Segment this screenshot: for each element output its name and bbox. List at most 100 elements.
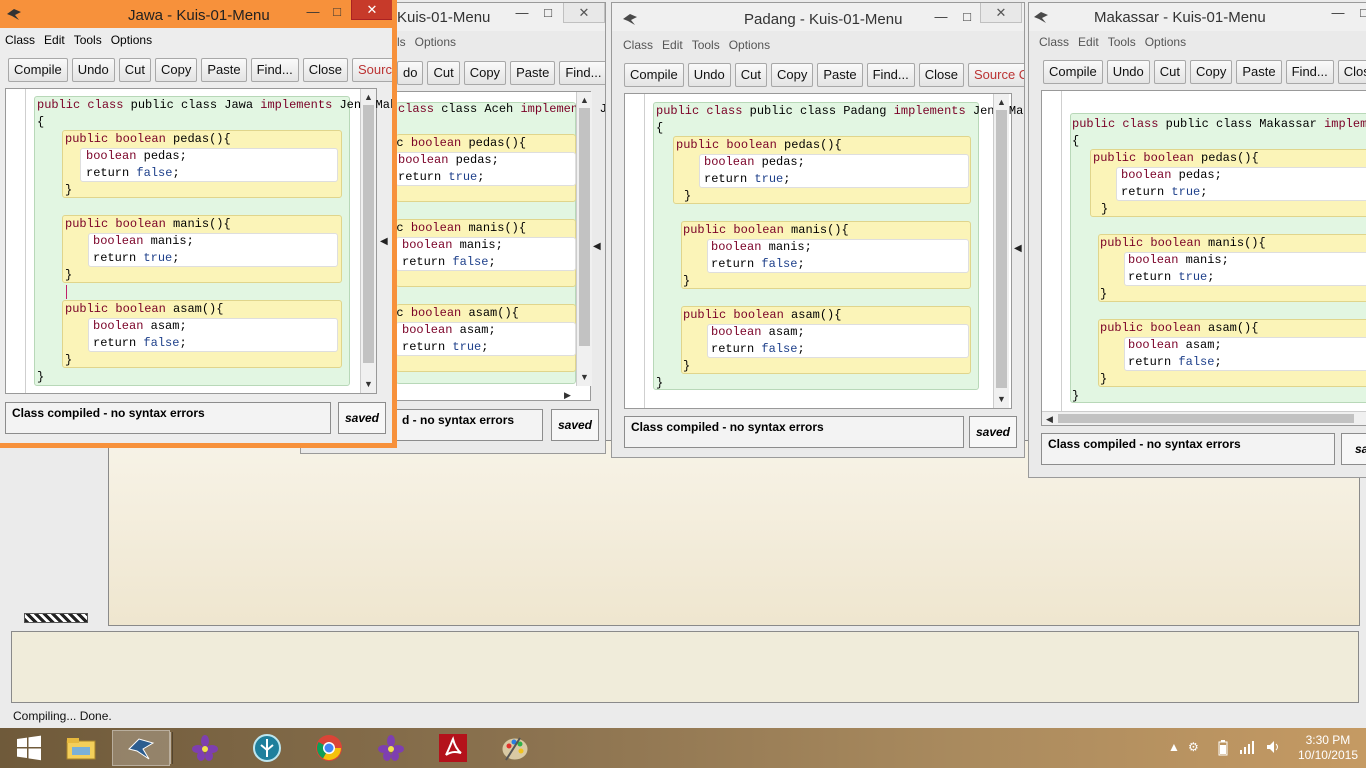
code-editor[interactable]: class class Aceh implements Jeni lic boo… — [382, 91, 605, 401]
close-button[interactable]: Close — [918, 63, 964, 87]
collapse-panel-icon[interactable]: ◀ — [593, 241, 601, 252]
menu-options[interactable]: Options — [729, 38, 770, 52]
menu-class[interactable]: Class — [5, 33, 35, 47]
chrome-icon[interactable] — [300, 730, 358, 766]
close-button[interactable]: Close — [1337, 60, 1366, 84]
copy-button[interactable]: Copy — [771, 63, 814, 87]
undo-button[interactable]: Undo — [71, 58, 115, 82]
menu-class[interactable]: ls — [397, 35, 406, 49]
find-button[interactable]: Find... — [250, 58, 299, 82]
copy-button[interactable]: Copy — [155, 58, 198, 82]
menu-edit[interactable]: Edit — [1078, 35, 1099, 49]
source-code-selector[interactable]: Source Code — [967, 63, 1024, 87]
find-button[interactable]: Find... — [866, 63, 915, 87]
close-brace: } — [1100, 287, 1108, 301]
find-button[interactable]: Find... — [1285, 60, 1334, 84]
paste-button[interactable]: Paste — [817, 63, 863, 87]
editor-window-makassar[interactable]: Makassar - Kuis-01-Menu — □ Class Edit Too… — [1028, 2, 1366, 478]
scroll-up-arrow[interactable]: ▲ — [364, 92, 373, 102]
acrobat-icon[interactable] — [424, 730, 482, 766]
compile-button[interactable]: Compile — [1043, 60, 1103, 84]
code-editor[interactable]: public class public class Padang impleme… — [624, 93, 1024, 409]
scroll-left-arrow[interactable]: ◀ — [1046, 414, 1053, 424]
paste-button[interactable]: Paste — [201, 58, 247, 82]
cut-button[interactable]: Cut — [118, 58, 151, 82]
maximize-button[interactable]: □ — [324, 2, 350, 22]
scroll-thumb[interactable] — [579, 108, 590, 346]
scroll-down-arrow[interactable]: ▼ — [580, 372, 589, 382]
scroll-down-arrow[interactable]: ▼ — [997, 394, 1006, 404]
collapse-panel-icon[interactable]: ◀ — [380, 236, 388, 247]
copy-button[interactable]: Copy — [1190, 60, 1233, 84]
menu-class[interactable]: Class — [623, 38, 653, 52]
menu-tools[interactable]: Tools — [74, 33, 102, 47]
code-editor[interactable]: public class public class Jawa implement… — [5, 88, 392, 394]
menu-class[interactable]: Class — [1039, 35, 1069, 49]
close-window-button[interactable]: ✕ — [351, 0, 392, 20]
main-status-text: Compiling... Done. — [13, 709, 112, 723]
maximize-button[interactable]: □ — [954, 7, 980, 27]
menu-edit[interactable]: Edit — [662, 38, 683, 52]
cut-button[interactable]: Cut — [1153, 60, 1186, 84]
battery-icon[interactable] — [1218, 740, 1228, 759]
scroll-up-arrow[interactable]: ▲ — [580, 95, 589, 105]
code-editor[interactable]: public class public class Makassar imple… — [1041, 90, 1366, 426]
menu-tools[interactable]: Tools — [1108, 35, 1136, 49]
close-window-button[interactable]: ✕ — [980, 3, 1022, 23]
window-titlebar[interactable]: Jawa - Kuis-01-Menu — □ ✕ — [0, 0, 392, 28]
close-window-button[interactable]: ✕ — [563, 3, 605, 23]
undo-button[interactable]: Undo — [687, 63, 731, 87]
undo-button[interactable]: do — [397, 61, 424, 85]
collapse-panel-icon[interactable]: ◀ — [1014, 243, 1022, 254]
menu-options[interactable]: Options — [111, 33, 152, 47]
menu-options[interactable]: Options — [415, 35, 456, 49]
violet-app-icon[interactable] — [176, 730, 234, 766]
window-titlebar[interactable]: Padang - Kuis-01-Menu — □ ✕ — [612, 3, 1024, 31]
scroll-thumb[interactable] — [363, 105, 374, 363]
scroll-thumb[interactable] — [1058, 414, 1354, 423]
menu-options[interactable]: Options — [1145, 35, 1186, 49]
wifi-signal-icon[interactable] — [1240, 740, 1256, 757]
horizontal-scrollbar[interactable]: ◀ — [1042, 411, 1366, 425]
minimize-button[interactable]: — — [1325, 3, 1351, 23]
paste-button[interactable]: Paste — [510, 61, 556, 85]
maximize-button[interactable]: □ — [535, 3, 561, 23]
teal-app-icon[interactable] — [238, 730, 296, 766]
editor-window-padang[interactable]: Padang - Kuis-01-Menu — □ ✕ Class Edit Too… — [611, 2, 1025, 458]
minimize-button[interactable]: — — [928, 7, 954, 27]
cut-button[interactable]: Cut — [734, 63, 767, 87]
bluej-icon[interactable] — [112, 730, 170, 766]
scroll-up-arrow[interactable]: ▲ — [997, 97, 1006, 107]
close-button[interactable]: Close — [302, 58, 348, 82]
file-explorer-icon[interactable] — [52, 730, 110, 766]
scroll-down-arrow[interactable]: ▼ — [364, 379, 373, 389]
editor-window-jawa[interactable]: Jawa - Kuis-01-Menu — □ ✕ Class Edit Tools… — [0, 0, 397, 448]
show-hidden-icons-icon[interactable]: ▲ — [1168, 740, 1180, 754]
menu-edit[interactable]: Edit — [44, 33, 65, 47]
cut-button[interactable]: Cut — [427, 61, 460, 85]
vertical-scrollbar[interactable]: ▲ ▼ — [360, 89, 376, 393]
undo-button[interactable]: Undo — [1106, 60, 1150, 84]
source-code-selector[interactable]: Source Code — [351, 58, 392, 82]
maximize-button[interactable]: □ — [1351, 3, 1366, 23]
scroll-thumb[interactable] — [996, 110, 1007, 388]
scroll-right-arrow[interactable]: ▶ — [564, 390, 571, 400]
object-bench[interactable] — [11, 631, 1359, 703]
volume-icon[interactable] — [1266, 740, 1282, 757]
minimize-button[interactable]: — — [509, 3, 535, 23]
vertical-scrollbar[interactable]: ▲ ▼ — [576, 92, 592, 386]
system-clock[interactable]: 3:30 PM 10/10/2015 — [1298, 733, 1358, 763]
paint-icon[interactable] — [486, 730, 544, 766]
vertical-scrollbar[interactable]: ▲ ▼ — [993, 94, 1009, 408]
minimize-button[interactable]: — — [300, 2, 326, 22]
network-device-icon[interactable]: ⚙ — [1188, 740, 1199, 754]
paste-button[interactable]: Paste — [1236, 60, 1282, 84]
menu-tools[interactable]: Tools — [692, 38, 720, 52]
windows-start-icon[interactable] — [0, 730, 58, 766]
compile-button[interactable]: Compile — [624, 63, 684, 87]
find-button[interactable]: Find... — [559, 61, 605, 85]
copy-button[interactable]: Copy — [463, 61, 507, 85]
compile-button[interactable]: Compile — [8, 58, 68, 82]
violet-app-icon[interactable] — [362, 730, 420, 766]
window-titlebar[interactable]: Makassar - Kuis-01-Menu — □ — [1029, 3, 1366, 31]
